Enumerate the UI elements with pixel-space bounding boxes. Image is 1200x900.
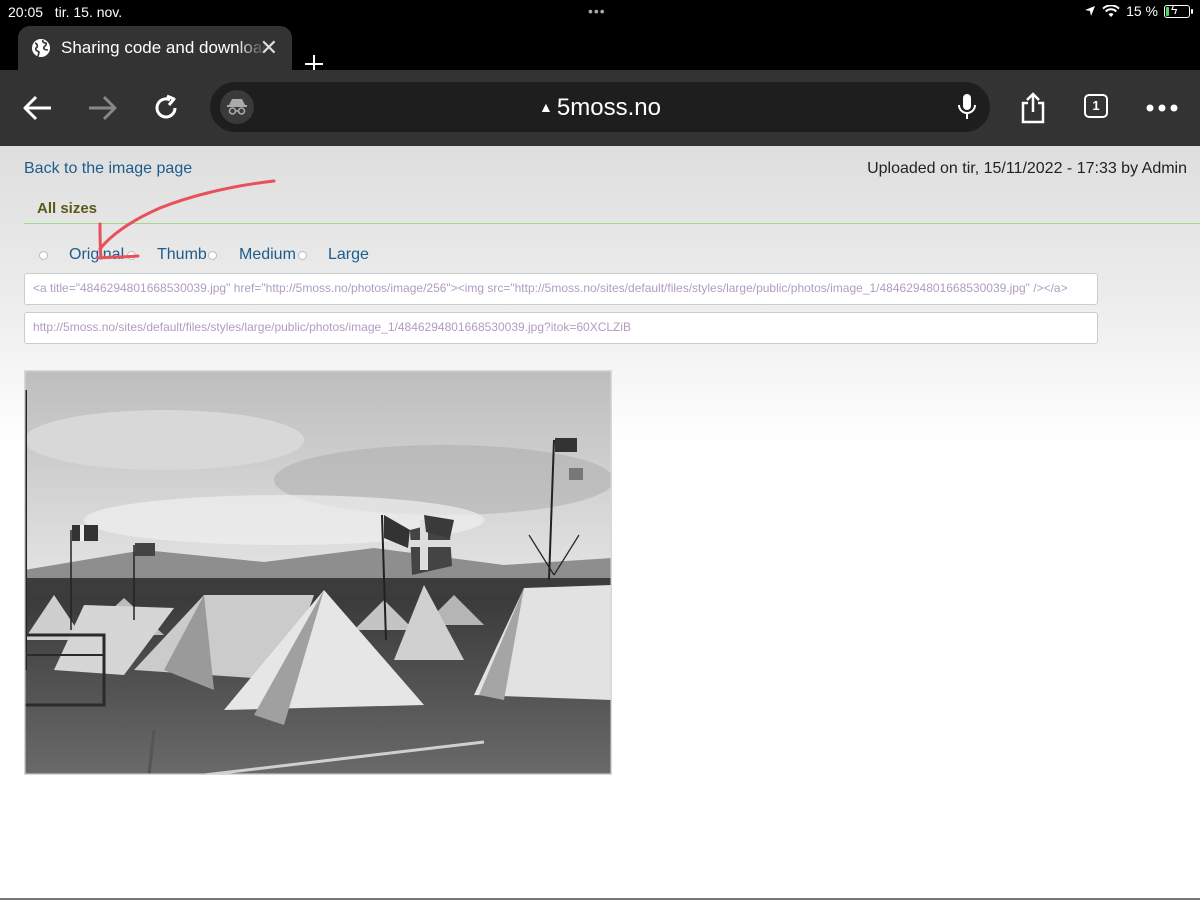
battery-icon: ϟ — [1164, 2, 1193, 18]
section-title: All sizes — [37, 200, 98, 217]
reload-button[interactable] — [146, 88, 186, 128]
status-date: tir. 15. nov. — [54, 4, 123, 20]
image-url-field[interactable]: http://5moss.no/sites/default/files/styl… — [24, 312, 1098, 344]
back-button[interactable] — [18, 88, 58, 128]
size-options: Original Thumb Medium Large — [0, 246, 700, 266]
more-icon — [1146, 104, 1178, 112]
address-bar[interactable]: ▲ 5moss.no — [210, 82, 990, 132]
location-icon — [1085, 6, 1096, 16]
radio-large[interactable] — [298, 251, 307, 260]
microphone-icon[interactable] — [956, 93, 978, 121]
browser-toolbar: ▲ 5moss.no 1 — [0, 70, 1200, 146]
charging-bolt-icon: ϟ — [1171, 2, 1178, 17]
status-time-date: 20:05 tir. 15. nov. — [8, 4, 122, 20]
status-indicators: 15 % ϟ — [1084, 2, 1193, 19]
html-code-field[interactable]: <a title="4846294801668530039.jpg" href=… — [24, 273, 1098, 305]
reload-icon — [155, 94, 177, 119]
battery-fill — [1166, 6, 1169, 16]
share-button[interactable] — [1013, 88, 1053, 128]
tab-bar: Sharing code and download ✕ — [0, 24, 1200, 73]
battery-percent: 15 % — [1126, 3, 1158, 19]
url-text: 5moss.no — [556, 94, 661, 121]
size-link-original[interactable]: Original — [69, 246, 124, 264]
campsite-photo — [24, 370, 612, 775]
radio-original[interactable] — [39, 251, 48, 260]
back-arrow-icon — [23, 95, 51, 121]
status-time: 20:05 — [8, 4, 44, 20]
close-icon[interactable]: ✕ — [260, 35, 278, 61]
size-link-large[interactable]: Large — [328, 246, 369, 264]
divider — [24, 223, 1200, 224]
browser-tab[interactable]: Sharing code and download ✕ — [18, 26, 292, 70]
forward-button[interactable] — [82, 88, 122, 128]
url-display[interactable]: ▲ 5moss.no — [210, 94, 990, 122]
radio-thumb[interactable] — [127, 251, 136, 260]
warning-icon: ▲ — [539, 99, 553, 115]
back-to-image-link[interactable]: Back to the image page — [24, 160, 192, 178]
size-link-medium[interactable]: Medium — [239, 246, 296, 264]
page-content: Back to the image page Uploaded on tir, … — [0, 146, 1200, 900]
share-icon — [1021, 92, 1045, 124]
forward-arrow-icon — [89, 95, 117, 121]
size-link-thumb[interactable]: Thumb — [157, 246, 207, 264]
upload-info: Uploaded on tir, 15/11/2022 - 17:33 by A… — [867, 160, 1187, 177]
tab-title: Sharing code and download — [61, 38, 267, 57]
globe-icon — [32, 39, 50, 57]
wifi-icon — [1102, 4, 1120, 17]
status-bar: 20:05 tir. 15. nov. ••• 15 % ϟ — [0, 0, 1200, 24]
tabs-icon[interactable]: 1 — [1084, 94, 1108, 118]
more-button[interactable] — [1142, 88, 1182, 128]
radio-medium[interactable] — [208, 251, 217, 260]
multitasking-dots[interactable]: ••• — [588, 3, 606, 19]
